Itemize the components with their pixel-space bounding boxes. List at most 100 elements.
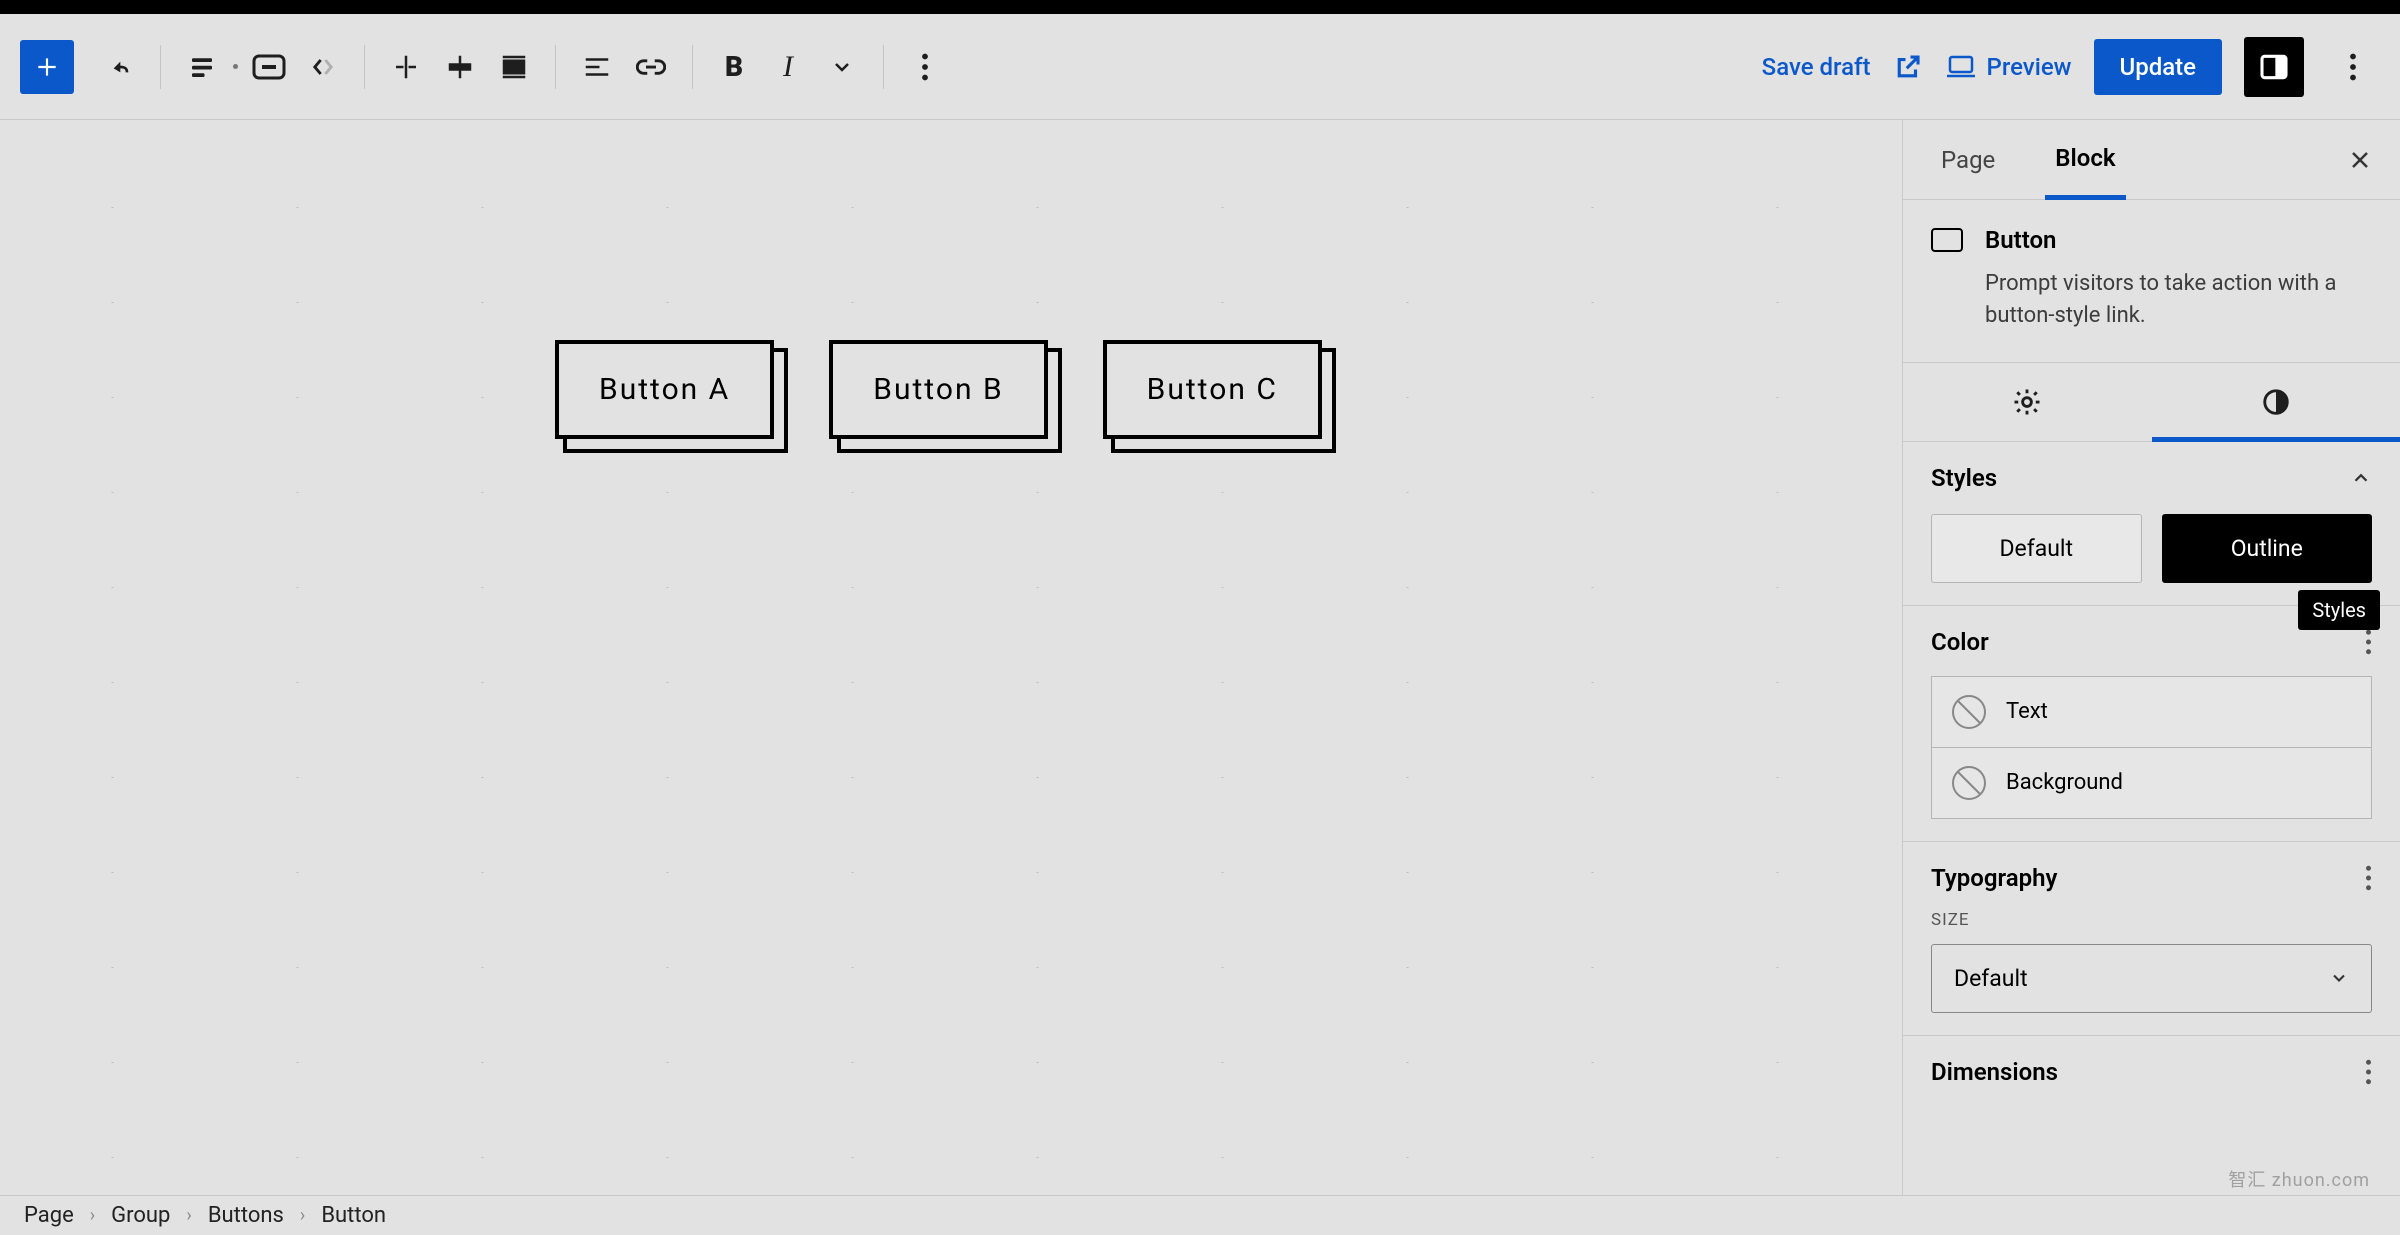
styles-tooltip: Styles <box>2298 590 2380 630</box>
width-default-button[interactable] <box>379 40 433 94</box>
undo-button[interactable] <box>92 40 146 94</box>
color-section: Color Text Background <box>1903 606 2400 842</box>
sidebar-tabs: Page Block <box>1903 120 2400 200</box>
styles-section: Styles Default Outline <box>1903 442 2400 606</box>
editor-canvas[interactable]: Button A Button B Button C <box>0 120 1898 1195</box>
color-text-label: Text <box>2006 699 2048 724</box>
more-vertical-icon <box>2365 1059 2372 1085</box>
buttons-block: Button A Button B Button C <box>555 340 1898 439</box>
preview-button[interactable]: Preview <box>1945 53 2072 81</box>
crumb-buttons[interactable]: Buttons <box>208 1203 284 1228</box>
typography-heading: Typography <box>1931 864 2057 892</box>
window-blackbar <box>0 0 2400 14</box>
undo-icon <box>103 51 135 83</box>
open-external-button[interactable] <box>1893 52 1923 82</box>
chevron-down-icon <box>2329 968 2349 988</box>
color-text-row[interactable]: Text <box>1931 676 2372 748</box>
chevrons-icon <box>309 53 337 81</box>
gear-icon <box>2012 387 2042 417</box>
link-button[interactable] <box>624 40 678 94</box>
block-name: Button <box>1985 226 2056 254</box>
align-left-icon <box>582 52 612 82</box>
separator <box>160 45 161 89</box>
preview-label: Preview <box>1987 53 2072 81</box>
more-vertical-icon <box>921 53 929 81</box>
link-icon <box>636 52 666 82</box>
add-block-button[interactable] <box>20 40 74 94</box>
close-sidebar-button[interactable] <box>2348 148 2372 172</box>
sidebar-icon <box>2258 51 2290 83</box>
more-vertical-icon <box>2349 53 2357 81</box>
styles-heading: Styles <box>1931 464 1997 492</box>
settings-panel-toggle[interactable] <box>2244 37 2304 97</box>
close-icon <box>2348 148 2372 172</box>
color-options-button[interactable] <box>2365 629 2372 655</box>
breadcrumb: Page › Group › Buttons › Button <box>0 1195 2400 1235</box>
separator <box>555 45 556 89</box>
dot-separator <box>233 64 238 69</box>
align-button[interactable] <box>570 40 624 94</box>
tab-block[interactable]: Block <box>2045 121 2125 200</box>
chevron-right-icon: › <box>90 1205 95 1226</box>
more-vertical-icon <box>2365 865 2372 891</box>
save-draft-button[interactable]: Save draft <box>1762 53 1871 81</box>
width-full-icon <box>499 52 529 82</box>
swatch-none-icon <box>1952 766 1986 800</box>
width-wide-icon <box>445 52 475 82</box>
button-block-icon <box>1931 228 1963 252</box>
dimensions-options-button[interactable] <box>2365 1059 2372 1085</box>
crumb-button[interactable]: Button <box>321 1203 386 1228</box>
top-toolbar: B I Save draft Preview Update <box>0 14 2400 120</box>
chevron-up-icon <box>2350 467 2372 489</box>
more-vertical-icon <box>2365 629 2372 655</box>
chevron-right-icon: › <box>186 1205 191 1226</box>
color-background-row[interactable]: Background <box>1931 748 2372 819</box>
typography-options-button[interactable] <box>2365 865 2372 891</box>
canvas-button-c[interactable]: Button C <box>1103 340 1322 439</box>
separator <box>692 45 693 89</box>
move-block-button[interactable] <box>296 40 350 94</box>
settings-sidebar: Page Block Button Prompt visitors to tak… <box>1902 120 2400 1195</box>
subtab-settings[interactable] <box>1903 363 2152 441</box>
canvas-button-b[interactable]: Button B <box>829 340 1047 439</box>
more-formatting-button[interactable] <box>815 40 869 94</box>
font-size-select[interactable]: Default <box>1931 944 2372 1013</box>
list-view-button[interactable] <box>175 40 229 94</box>
canvas-button-a[interactable]: Button A <box>555 340 774 439</box>
bold-button[interactable]: B <box>707 40 761 94</box>
chevron-down-icon <box>830 55 854 79</box>
watermark: 智汇 zhuon.com <box>2228 1166 2370 1192</box>
subtab-styles[interactable] <box>2152 363 2400 441</box>
crumb-group[interactable]: Group <box>111 1203 170 1228</box>
width-25-icon <box>391 52 421 82</box>
style-outline-option[interactable]: Outline <box>2162 514 2373 583</box>
editor-options-button[interactable] <box>2326 40 2380 94</box>
separator <box>883 45 884 89</box>
list-icon <box>187 52 217 82</box>
dimensions-heading: Dimensions <box>1931 1058 2058 1086</box>
laptop-icon <box>1945 54 1977 80</box>
width-full-button[interactable] <box>487 40 541 94</box>
font-size-value: Default <box>1954 965 2028 992</box>
width-wide-button[interactable] <box>433 40 487 94</box>
swatch-none-icon <box>1952 695 1986 729</box>
style-default-option[interactable]: Default <box>1931 514 2142 583</box>
block-type-button[interactable] <box>242 40 296 94</box>
separator <box>364 45 365 89</box>
tab-page[interactable]: Page <box>1931 120 2005 199</box>
typography-section: Typography SIZE Default <box>1903 842 2400 1036</box>
crumb-page[interactable]: Page <box>24 1203 74 1228</box>
settings-styles-tabs <box>1903 363 2400 442</box>
size-label: SIZE <box>1931 910 2372 930</box>
color-background-label: Background <box>2006 770 2123 795</box>
italic-button[interactable]: I <box>761 40 815 94</box>
styles-toggle[interactable] <box>2350 467 2372 489</box>
update-button[interactable]: Update <box>2094 39 2223 95</box>
button-block-icon <box>252 54 286 80</box>
plus-icon <box>34 54 60 80</box>
color-heading: Color <box>1931 628 1989 656</box>
contrast-icon <box>2261 387 2291 417</box>
chevron-right-icon: › <box>300 1205 305 1226</box>
external-link-icon <box>1893 52 1923 82</box>
block-options-button[interactable] <box>898 40 952 94</box>
